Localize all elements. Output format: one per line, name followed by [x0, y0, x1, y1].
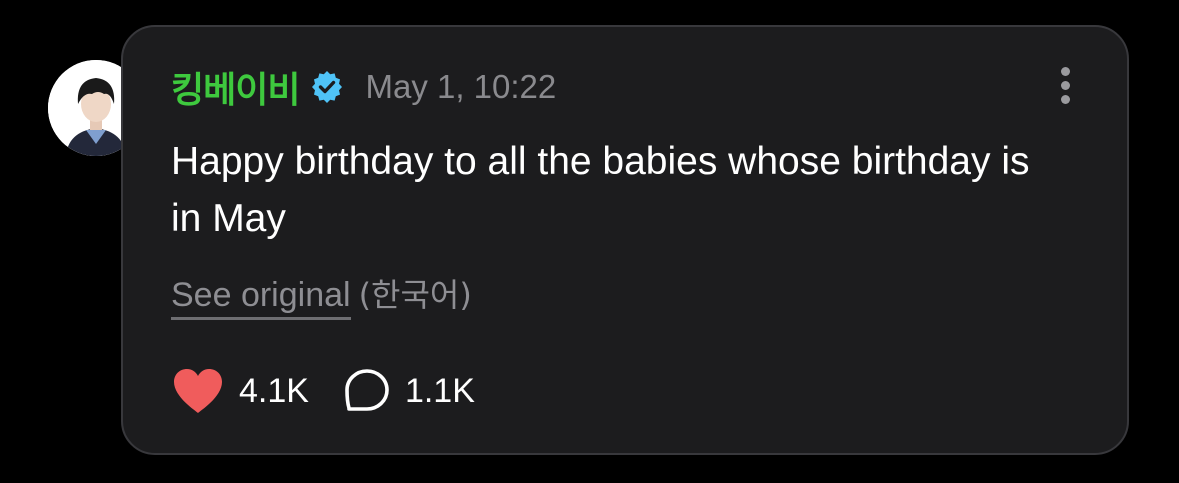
see-original-link[interactable]: See original: [171, 276, 351, 320]
post-text: Happy birthday to all the babies whose b…: [171, 140, 1030, 240]
like-button[interactable]: 4.1K: [171, 367, 309, 415]
comment-count: 1.1K: [404, 371, 475, 410]
translation-notice: See original (한국어): [171, 270, 472, 320]
verified-badge-icon: [311, 71, 343, 103]
original-language-label: (한국어): [358, 276, 472, 314]
post-card: 킹베이비 May 1, 10:22 Happy birthday to all …: [121, 25, 1129, 455]
like-count: 4.1K: [239, 371, 309, 410]
comment-bubble-icon: [345, 369, 389, 411]
post-actions: 4.1K 1.1K: [171, 367, 475, 415]
comment-button[interactable]: 1.1K: [343, 367, 475, 415]
post-header: 킹베이비 May 1, 10:22: [171, 65, 557, 111]
heart-icon: [174, 369, 222, 413]
more-vertical-icon[interactable]: [1059, 67, 1071, 107]
author-name[interactable]: 킹베이비: [171, 61, 300, 113]
post-timestamp: May 1, 10:22: [365, 68, 557, 105]
